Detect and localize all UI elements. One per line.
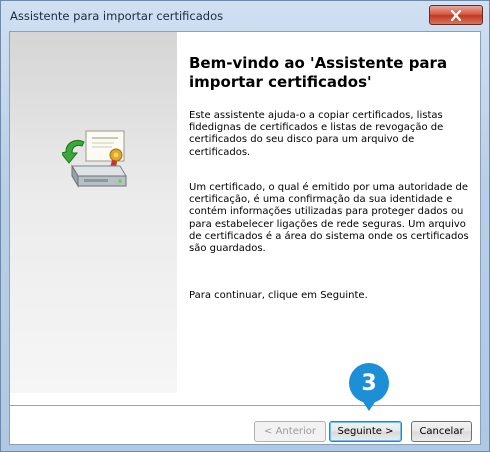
wizard-certificate-description: Um certificado, o qual é emitido por uma…: [189, 182, 469, 255]
cancel-button[interactable]: Cancelar: [411, 421, 472, 442]
wizard-continue-hint: Para continuar, clique em Seguinte.: [189, 290, 368, 301]
back-button[interactable]: < Anterior: [254, 421, 326, 442]
footer-divider: [10, 405, 480, 407]
step-number-badge: 3: [349, 363, 389, 403]
certificate-import-wizard-window: Assistente para importar certificados Be…: [0, 0, 490, 452]
close-icon: [450, 6, 462, 25]
wizard-side-panel: [10, 32, 177, 393]
wizard-body: Bem-vindo ao 'Assistente para importar c…: [9, 31, 481, 445]
window-title: Assistente para importar certificados: [10, 9, 224, 23]
next-button[interactable]: Seguinte >: [329, 421, 402, 442]
close-button[interactable]: [429, 5, 483, 25]
wizard-heading: Bem-vindo ao 'Assistente para importar c…: [189, 54, 448, 91]
certificate-import-icon: [60, 128, 134, 194]
wizard-intro-text: Este assistente ajuda-o a copiar certifi…: [189, 110, 444, 158]
step-badge-pointer: [361, 399, 377, 411]
title-bar[interactable]: Assistente para importar certificados: [1, 1, 489, 31]
